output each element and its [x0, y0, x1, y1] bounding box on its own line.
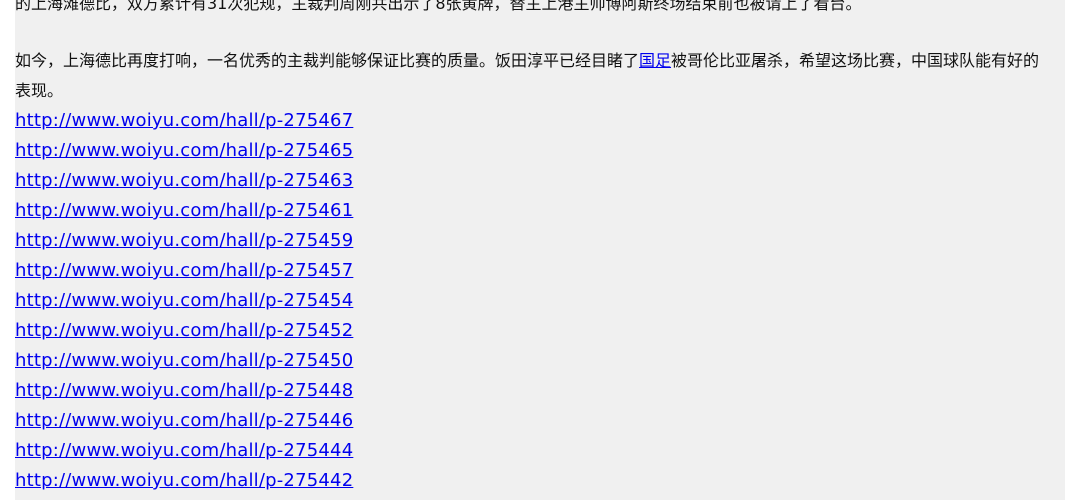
article-body: 的上海滩德比，双方累计有31次犯规，主裁判周刚共出示了8张黄牌，替主上港主帅博阿…: [15, 0, 1065, 500]
related-link[interactable]: http://www.woiyu.com/hall/p-275463: [15, 170, 353, 191]
related-links-list: http://www.woiyu.com/hall/p-275467 http:…: [15, 106, 353, 496]
list-item: http://www.woiyu.com/hall/p-275467: [15, 106, 353, 136]
related-link[interactable]: http://www.woiyu.com/hall/p-275448: [15, 380, 353, 401]
related-link[interactable]: http://www.woiyu.com/hall/p-275444: [15, 440, 353, 461]
list-item: http://www.woiyu.com/hall/p-275461: [15, 196, 353, 226]
list-item: http://www.woiyu.com/hall/p-275463: [15, 166, 353, 196]
article-paragraph: 如今，上海德比再度打响，一名优秀的主裁判能够保证比赛的质量。饭田淳平已经目睹了国…: [15, 46, 1055, 106]
list-item: http://www.woiyu.com/hall/p-275454: [15, 286, 353, 316]
list-item: http://www.woiyu.com/hall/p-275446: [15, 406, 353, 436]
related-link[interactable]: http://www.woiyu.com/hall/p-275452: [15, 320, 353, 341]
related-link[interactable]: http://www.woiyu.com/hall/p-275450: [15, 350, 353, 371]
list-item: http://www.woiyu.com/hall/p-275452: [15, 316, 353, 346]
list-item: http://www.woiyu.com/hall/p-275459: [15, 226, 353, 256]
list-item: http://www.woiyu.com/hall/p-275448: [15, 376, 353, 406]
related-link[interactable]: http://www.woiyu.com/hall/p-275467: [15, 110, 353, 131]
previous-paragraph-text: 的上海滩德比，双方累计有31次犯规，主裁判周刚共出示了8张黄牌，替主上港主帅博阿…: [15, 0, 862, 13]
related-link[interactable]: http://www.woiyu.com/hall/p-275461: [15, 200, 353, 221]
related-link[interactable]: http://www.woiyu.com/hall/p-275457: [15, 260, 353, 281]
list-item: http://www.woiyu.com/hall/p-275444: [15, 436, 353, 466]
list-item: http://www.woiyu.com/hall/p-275450: [15, 346, 353, 376]
list-item: http://www.woiyu.com/hall/p-275442: [15, 466, 353, 496]
related-link[interactable]: http://www.woiyu.com/hall/p-275459: [15, 230, 353, 251]
paragraph-text-before: 如今，上海德比再度打响，一名优秀的主裁判能够保证比赛的质量。饭田淳平已经目睹了: [15, 51, 640, 70]
list-item: http://www.woiyu.com/hall/p-275465: [15, 136, 353, 166]
related-link[interactable]: http://www.woiyu.com/hall/p-275442: [15, 470, 353, 491]
national-team-link[interactable]: 国足: [639, 51, 671, 70]
related-link[interactable]: http://www.woiyu.com/hall/p-275454: [15, 290, 353, 311]
related-link[interactable]: http://www.woiyu.com/hall/p-275446: [15, 410, 353, 431]
list-item: http://www.woiyu.com/hall/p-275457: [15, 256, 353, 286]
related-link[interactable]: http://www.woiyu.com/hall/p-275465: [15, 140, 353, 161]
